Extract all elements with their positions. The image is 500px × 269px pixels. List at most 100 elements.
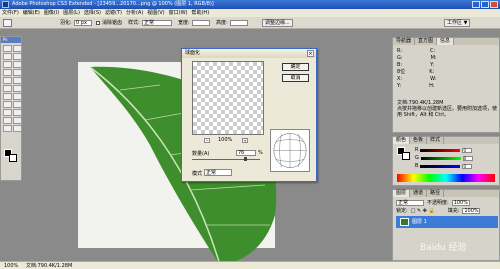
menu-edit[interactable]: 编辑(E) (23, 9, 40, 17)
cancel-button[interactable]: 取消 (282, 74, 309, 82)
channel-r-slider[interactable] (420, 148, 461, 152)
hint-text: 点按并拖移以创建新选区。要用附加选项，使用 Shift，Alt 和 Ctrl。 (397, 106, 498, 118)
menu-help[interactable]: 帮助(H) (191, 9, 209, 17)
blur-tool-icon[interactable] (3, 93, 12, 100)
info-bits: 8位 (397, 69, 406, 75)
healing-tool-icon[interactable] (3, 69, 12, 76)
feather-label: 羽化: (60, 20, 72, 26)
window-title: Adobe Photoshop CS3 Extended - [23459...… (12, 1, 214, 7)
menu-analysis[interactable]: 分析(A) (126, 9, 143, 17)
style-select[interactable]: 正常 (142, 20, 172, 26)
workspace-button[interactable]: 工作区 ▼ (444, 19, 471, 27)
style-label: 样式: (128, 20, 140, 26)
opacity-input[interactable]: 100% (451, 199, 470, 206)
dialog-close-icon[interactable]: × (307, 50, 314, 57)
history-brush-icon[interactable] (13, 77, 22, 84)
mode-select[interactable]: 正常 (204, 169, 232, 176)
tab-navigator[interactable]: 导航器 (393, 38, 416, 45)
toolbox: Ps (0, 36, 22, 181)
zoom-tool-icon[interactable] (13, 125, 22, 132)
fill-label: 填充: (447, 208, 460, 214)
tab-channels[interactable]: 通道 (410, 190, 428, 197)
channel-g-label: G (415, 155, 419, 161)
width-input[interactable] (192, 20, 210, 26)
gradient-tool-icon[interactable] (13, 85, 22, 92)
slice-tool-icon[interactable] (13, 61, 22, 68)
filter-preview[interactable] (192, 61, 264, 135)
background-color-swatch[interactable] (9, 154, 17, 162)
amount-slider[interactable] (192, 159, 260, 160)
channel-r-input[interactable]: 0 (462, 147, 473, 153)
amount-input[interactable]: 76 (236, 150, 256, 156)
photoshop-logo-icon (2, 1, 9, 8)
menu-select[interactable]: 选择(S) (84, 9, 101, 17)
eraser-tool-icon[interactable] (3, 85, 12, 92)
hand-tool-icon[interactable] (3, 125, 12, 132)
info-ypos: Y: (397, 83, 402, 89)
info-y: Y: (430, 62, 435, 68)
tab-info[interactable]: 信息 (437, 38, 455, 45)
antialias-checkbox[interactable] (96, 21, 100, 25)
close-icon[interactable] (490, 1, 498, 8)
lock-icons[interactable]: □ ✎ ✥ 🔒 (411, 208, 445, 214)
path-select-tool-icon[interactable] (3, 109, 12, 116)
amount-label: 数量(A) (192, 151, 210, 157)
title-bar: Adobe Photoshop CS3 Extended - [23459...… (0, 0, 500, 9)
lasso-tool-icon[interactable] (3, 53, 12, 60)
layer-row[interactable]: 图层 1 (396, 216, 498, 228)
amount-slider-handle[interactable] (243, 157, 247, 161)
zoom-in-button[interactable]: + (242, 138, 248, 143)
type-tool-icon[interactable] (13, 101, 22, 108)
tab-paths[interactable]: 路径 (427, 190, 445, 197)
zoom-out-button[interactable]: − (204, 138, 210, 143)
info-k: K: (429, 69, 435, 75)
spherize-grid-preview (270, 129, 310, 172)
menu-view[interactable]: 视图(V) (147, 9, 164, 17)
lock-label: 锁定: (396, 208, 408, 214)
brush-tool-icon[interactable] (13, 69, 22, 76)
window-controls (472, 1, 498, 8)
feather-input[interactable]: 0 px (74, 20, 92, 26)
channel-g-input[interactable]: 0 (462, 155, 473, 161)
menu-image[interactable]: 图像(I) (44, 9, 59, 17)
height-input[interactable] (230, 20, 248, 26)
tab-color[interactable]: 颜色 (393, 137, 411, 144)
ok-button[interactable]: 确定 (282, 63, 309, 71)
tab-swatches[interactable]: 色板 (410, 137, 428, 144)
tab-histogram[interactable]: 直方图 (415, 38, 438, 45)
menu-file[interactable]: 文件(F) (2, 9, 19, 17)
width-label: 宽度: (178, 20, 190, 26)
crop-tool-icon[interactable] (3, 61, 12, 68)
blend-mode-select[interactable]: 正常 (396, 199, 424, 206)
tab-layers[interactable]: 图层 (393, 190, 411, 197)
pen-tool-icon[interactable] (3, 101, 12, 108)
marquee-tool-icon[interactable] (13, 45, 22, 52)
menu-layer[interactable]: 图层(L) (63, 9, 80, 17)
refine-edge-button[interactable]: 调整边缘... (262, 19, 293, 27)
tab-styles[interactable]: 样式 (427, 137, 445, 144)
menu-filter[interactable]: 滤镜(T) (105, 9, 122, 17)
minimize-icon[interactable] (472, 1, 480, 8)
color-spectrum[interactable] (397, 174, 495, 182)
stamp-tool-icon[interactable] (3, 77, 12, 84)
maximize-icon[interactable] (481, 1, 489, 8)
opacity-label: 不透明度: (427, 200, 449, 206)
channel-b-slider[interactable] (420, 164, 461, 168)
shape-tool-icon[interactable] (13, 109, 22, 116)
info-m: M: (430, 55, 437, 61)
spherize-dialog: 球面化 × − 100% + 确定 取消 数量(A) 76 % 模式 正常 (181, 48, 317, 182)
panel-background-swatch[interactable] (402, 152, 410, 160)
marquee-tool-icon[interactable] (3, 19, 12, 27)
magic-wand-tool-icon[interactable] (13, 53, 22, 60)
fill-input[interactable]: 100% (462, 207, 481, 214)
info-h: H: (429, 83, 435, 89)
move-tool-icon[interactable] (3, 45, 12, 52)
notes-tool-icon[interactable] (3, 117, 12, 124)
channel-g-slider[interactable] (420, 156, 461, 160)
layer-thumbnail (400, 218, 409, 226)
channel-b-input[interactable]: 0 (462, 163, 473, 169)
menu-window[interactable]: 窗口(W) (169, 9, 188, 17)
dodge-tool-icon[interactable] (13, 93, 22, 100)
eyedropper-tool-icon[interactable] (13, 117, 22, 124)
antialias-label: 消除锯齿 (102, 20, 123, 26)
